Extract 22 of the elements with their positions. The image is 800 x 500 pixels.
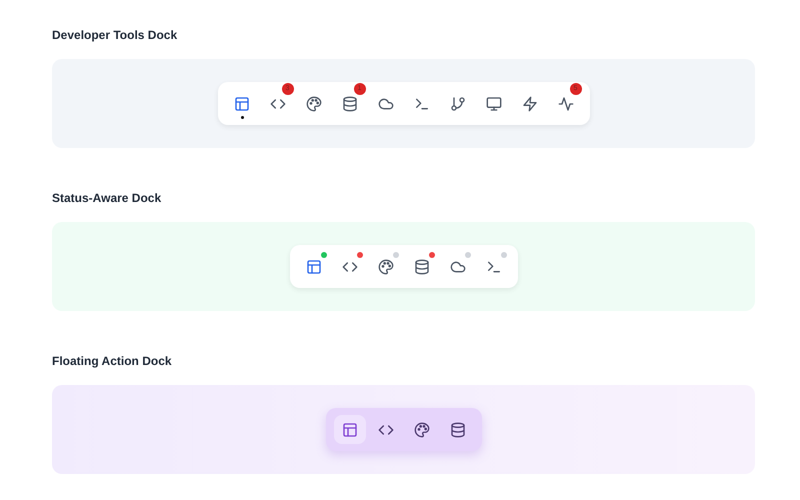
cloud-icon (378, 96, 394, 112)
monitor-icon (486, 96, 502, 112)
terminal-icon (414, 96, 430, 112)
terminal-icon (486, 258, 502, 274)
layout-icon (306, 258, 322, 274)
lightning-icon (522, 96, 538, 112)
active-indicator (240, 116, 244, 119)
section-title: Floating Action Dock (52, 354, 172, 368)
database-icon (450, 422, 466, 438)
palette-icon (414, 422, 430, 438)
dock-item[interactable] (334, 415, 366, 444)
layout-icon (342, 422, 358, 438)
branch-icon (450, 96, 466, 112)
palette-icon (306, 96, 322, 112)
database-icon (342, 96, 358, 112)
section-title: Status-Aware Dock (52, 191, 162, 205)
cloud-icon (450, 258, 466, 274)
section-title: Developer Tools Dock (52, 28, 178, 42)
pulse-icon (558, 96, 574, 112)
layout-icon (234, 96, 250, 112)
palette-icon (378, 258, 394, 274)
database-icon (414, 258, 430, 274)
